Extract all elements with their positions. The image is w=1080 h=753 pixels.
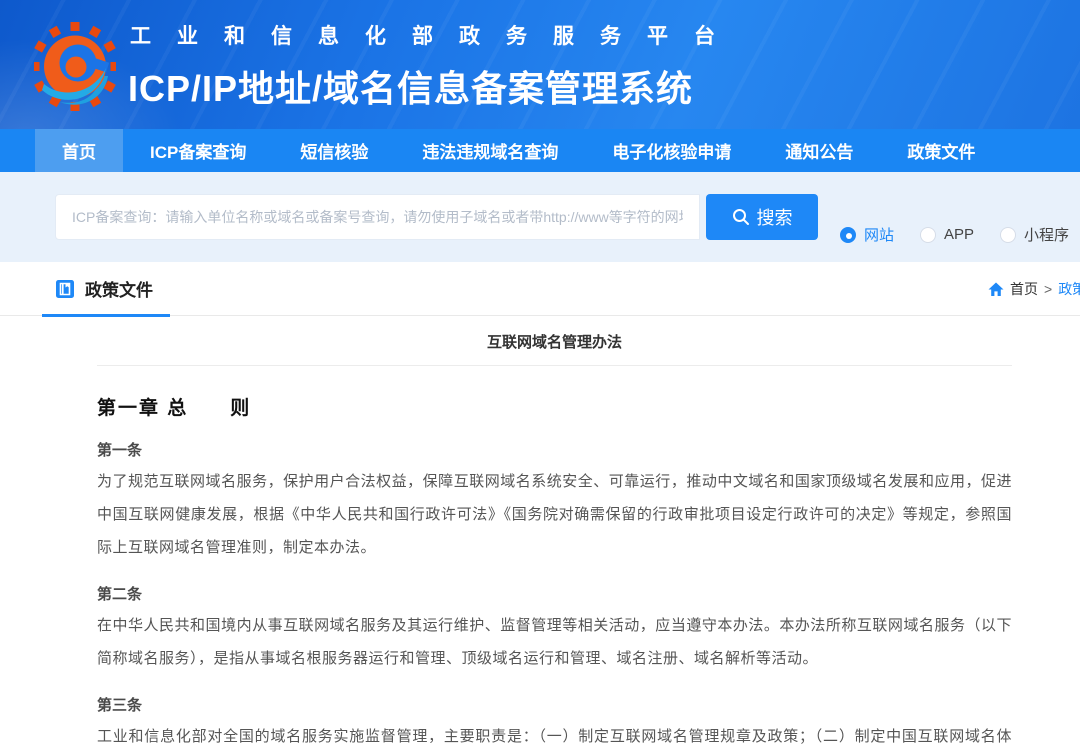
article-3-heading: 第三条: [97, 694, 1012, 715]
miit-beian-logo[interactable]: [34, 14, 116, 120]
section-underline: [42, 314, 170, 317]
radio-website-label: 网站: [864, 224, 894, 245]
site-header: 工业和信息化部政务服务平台 ICP/IP地址/域名信息备案管理系统: [0, 0, 1080, 129]
search-button-label: 搜索: [757, 204, 793, 230]
radio-unselected-icon: [920, 227, 936, 243]
radio-unselected-icon: [1000, 227, 1016, 243]
breadcrumb-separator: >: [1044, 281, 1052, 297]
home-icon: [988, 282, 1004, 297]
policy-document: 互联网域名管理办法 第一章 总 则 第一条 为了规范互联网域名服务，保护用户合法…: [97, 331, 1012, 753]
article-1-body: 为了规范互联网域名服务，保护用户合法权益，保障互联网域名系统安全、可靠运行，推动…: [97, 465, 1012, 564]
article-2-heading: 第二条: [97, 583, 1012, 604]
article-3-body: 工业和信息化部对全国的域名服务实施监督管理，主要职责是：（一）制定互联网域名管理…: [97, 720, 1012, 753]
search-band: 搜索 网站 APP 小程序 快应用: [0, 172, 1080, 262]
main-nav: 首页 ICP备案查询 短信核验 违法违规域名查询 电子化核验申请 通知公告 政策…: [0, 129, 1080, 172]
nav-item-sms-verify[interactable]: 短信核验: [273, 129, 395, 172]
radio-app[interactable]: APP: [920, 226, 974, 243]
search-type-options: 网站 APP 小程序 快应用: [840, 224, 1080, 245]
icp-search-input[interactable]: [55, 194, 700, 240]
document-title: 互联网域名管理办法: [97, 331, 1012, 352]
nav-item-home[interactable]: 首页: [35, 129, 123, 172]
radio-miniprogram[interactable]: 小程序: [1000, 224, 1069, 245]
policy-book-icon: [55, 279, 75, 299]
page: 工业和信息化部政务服务平台 ICP/IP地址/域名信息备案管理系统 首页 ICP…: [0, 0, 1080, 753]
radio-miniprogram-label: 小程序: [1024, 224, 1069, 245]
nav-item-notices[interactable]: 通知公告: [758, 129, 880, 172]
nav-item-policy-files[interactable]: 政策文件: [880, 129, 1002, 172]
radio-app-label: APP: [944, 226, 974, 243]
article-2-body: 在中华人民共和国境内从事互联网域名服务及其运行维护、监督管理等相关活动，应当遵守…: [97, 609, 1012, 675]
content-area: 政策文件 首页 > 政策文件 互联网域名管理办法 第一章 总 则 第一条 为了规…: [0, 262, 1080, 753]
radio-website[interactable]: 网站: [840, 224, 894, 245]
nav-item-e-verify-apply[interactable]: 电子化核验申请: [585, 129, 758, 172]
radio-selected-icon: [840, 227, 856, 243]
site-title: ICP/IP地址/域名信息备案管理系统: [128, 60, 741, 112]
header-titles: 工业和信息化部政务服务平台 ICP/IP地址/域名信息备案管理系统: [128, 18, 741, 112]
section-title: 政策文件: [85, 276, 153, 301]
search-button[interactable]: 搜索: [706, 194, 818, 240]
breadcrumb-current-link[interactable]: 政策文件: [1058, 279, 1080, 299]
gear-e-logo-icon: [34, 14, 116, 120]
chapter-heading: 第一章 总 则: [97, 393, 1012, 420]
title-divider: [97, 365, 1012, 366]
platform-slogan: 工业和信息化部政务服务平台: [130, 20, 741, 50]
article-1-heading: 第一条: [97, 439, 1012, 460]
magnifier-icon: [732, 208, 750, 226]
nav-item-illegal-domain-query[interactable]: 违法违规域名查询: [395, 129, 585, 172]
breadcrumb-home-link[interactable]: 首页: [1010, 279, 1038, 299]
section-header: 政策文件 首页 > 政策文件: [0, 262, 1080, 316]
breadcrumb: 首页 > 政策文件: [988, 279, 1080, 299]
nav-item-icp-query[interactable]: ICP备案查询: [123, 129, 273, 172]
